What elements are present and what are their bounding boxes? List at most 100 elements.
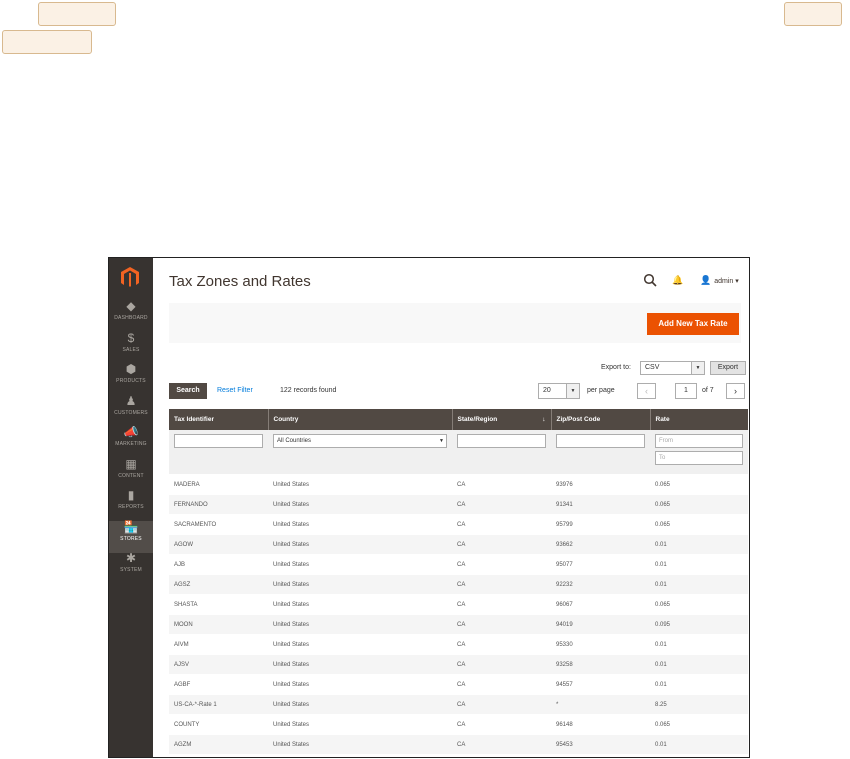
country-filter-value: All Countries [277, 438, 312, 444]
export-label: Export to: [601, 364, 631, 371]
table-row[interactable]: AGXMUnited StatesCA935560.01 [169, 754, 748, 757]
sidebar-item-stores[interactable]: 🏪 STORES [109, 520, 153, 553]
table-row[interactable]: AGOW United States CA 93662 0.01 [169, 534, 748, 555]
zip-post-code-cell: 95799 [551, 514, 650, 535]
state-region-cell: CA [452, 714, 551, 735]
table-row[interactable]: SHASTA United States CA 96067 0.065 [169, 594, 748, 615]
sidebar-item-products[interactable]: ⬢ PRODUCTS [109, 363, 153, 395]
sidebar-item-sales[interactable]: $ SALES [109, 331, 153, 364]
column-header-country[interactable]: Country [268, 409, 453, 430]
chevron-down-icon: ▼ [691, 362, 704, 374]
sidebar-item-reports[interactable]: ▮ REPORTS [109, 489, 153, 521]
table-row[interactable]: MOON United States CA 94019 0.095 [169, 614, 748, 635]
country-filter-select[interactable]: All Countries ▼ [273, 434, 447, 448]
table-row[interactable]: SACRAMENTO United States CA 95799 0.065 [169, 514, 748, 535]
rate-from-input[interactable]: From [655, 434, 743, 448]
table-row[interactable]: AGSZ United States CA 92232 0.01 [169, 574, 748, 595]
tax-identifier-filter-input[interactable] [174, 434, 263, 448]
rate-cell: 0.095 [650, 614, 748, 635]
tax-identifier-cell: AGBF [169, 674, 268, 695]
zip-post-code-filter-input[interactable] [556, 434, 645, 448]
country-cell: United States [268, 694, 452, 715]
tax-rates-grid: Tax Identifier Country State/Region ↓ Zip… [169, 409, 748, 757]
table-row[interactable]: US-CA-*-Rate 1 United States CA * 8.25 [169, 694, 748, 715]
export-button[interactable]: Export [710, 361, 746, 375]
rate-cell: 8.25 [650, 694, 748, 715]
state-region-filter-input[interactable] [457, 434, 546, 448]
user-icon: 👤 [700, 275, 712, 285]
add-new-tax-rate-button[interactable]: Add New Tax Rate [647, 313, 739, 335]
country-cell: United States [268, 554, 452, 575]
export-format-select[interactable]: CSV ▼ [640, 361, 705, 375]
outline-button[interactable] [38, 2, 116, 26]
page-title: Tax Zones and Rates [169, 273, 311, 290]
tax-identifier-cell: AIVM [169, 634, 268, 655]
page-number-input[interactable]: 1 [675, 383, 697, 399]
state-region-cell: CA [452, 494, 551, 515]
table-row[interactable]: AGBF United States CA 94557 0.01 [169, 674, 748, 695]
sidebar-item-label: DASHBOARD [114, 315, 148, 321]
sidebar-item-system[interactable]: ✱ SYSTEM [109, 552, 153, 584]
customers-icon: ♟ [125, 393, 137, 408]
grid-body: MADERA United States CA 93976 0.065 FERNANDO U… [169, 474, 748, 757]
user-name: admin [714, 278, 734, 285]
country-cell: United States [268, 674, 452, 695]
outline-button[interactable] [784, 2, 842, 26]
country-cell: United States [268, 514, 452, 535]
country-cell: United States [268, 474, 452, 495]
sidebar-item-marketing[interactable]: 📣 MARKETING [109, 426, 153, 458]
state-region-cell: CA [452, 634, 551, 655]
chevron-down-icon: ▼ [566, 384, 579, 398]
column-header-state-region[interactable]: State/Region ↓ [452, 409, 552, 430]
zip-post-code-cell: 93976 [551, 474, 650, 495]
zip-post-code-cell: 93556 [551, 754, 650, 757]
column-header-tax-identifier[interactable]: Tax Identifier [169, 409, 269, 430]
zip-post-code-cell: 95077 [551, 554, 650, 575]
tax-identifier-cell: MADERA [169, 474, 268, 495]
marketing-icon: 📣 [123, 425, 139, 439]
zip-post-code-cell: 96067 [551, 594, 650, 615]
sidebar-item-content[interactable]: ▦ CONTENT [109, 457, 153, 490]
column-header-rate[interactable]: Rate [650, 409, 748, 430]
zip-post-code-cell: 93662 [551, 534, 650, 555]
country-cell: United States [268, 714, 452, 735]
zip-post-code-cell: * [551, 694, 650, 715]
sidebar-item-dashboard[interactable]: ◆ DASHBOARD [109, 300, 153, 332]
tax-identifier-cell: US-CA-*-Rate 1 [169, 694, 268, 715]
rate-to-input[interactable]: To [655, 451, 743, 465]
previous-page-button[interactable]: ‹ [637, 383, 656, 399]
sidebar-item-label: PRODUCTS [116, 378, 146, 384]
sidebar-item-label: SYSTEM [120, 567, 142, 573]
user-menu[interactable]: 👤 admin ▾ [700, 275, 739, 286]
magento-logo-icon[interactable] [119, 266, 141, 288]
per-page-select[interactable]: 20 ▼ [538, 383, 580, 399]
country-cell: United States [268, 494, 452, 515]
export-format-value: CSV [645, 364, 660, 371]
table-row[interactable]: MADERA United States CA 93976 0.065 [169, 474, 748, 495]
state-region-cell: CA [452, 514, 551, 535]
next-page-button[interactable]: › [726, 383, 745, 399]
per-page-label: per page [587, 387, 615, 394]
outline-button[interactable] [2, 30, 92, 54]
notifications-bell-icon[interactable]: 🔔 [672, 275, 683, 286]
column-header-zip-post-code[interactable]: Zip/Post Code [551, 409, 651, 430]
rate-cell: 0.01 [650, 674, 748, 695]
search-icon[interactable] [643, 273, 657, 287]
sidebar-item-label: MARKETING [115, 441, 147, 447]
table-row[interactable]: AJB United States CA 95077 0.01 [169, 554, 748, 575]
reset-filter-link[interactable]: Reset Filter [217, 387, 253, 394]
table-row[interactable]: AJSV United States CA 93258 0.01 [169, 654, 748, 675]
state-region-cell: CA [452, 654, 551, 675]
tax-identifier-cell: AGXM [169, 754, 268, 757]
sidebar-item-customers[interactable]: ♟ CUSTOMERS [109, 393, 153, 427]
table-row[interactable]: COUNTY United States CA 96148 0.065 [169, 714, 748, 735]
table-row[interactable]: AGZM United States CA 95453 0.01 [169, 734, 748, 755]
state-region-cell: CA [452, 474, 551, 495]
table-row[interactable]: FERNANDO United States CA 91341 0.065 [169, 494, 748, 515]
state-region-cell: CA [452, 734, 551, 755]
rate-cell: 0.01 [650, 554, 748, 575]
tax-identifier-cell: FERNANDO [169, 494, 268, 515]
search-button[interactable]: Search [169, 383, 207, 399]
sidebar-item-label: SALES [122, 346, 140, 353]
table-row[interactable]: AIVM United States CA 95330 0.01 [169, 634, 748, 655]
